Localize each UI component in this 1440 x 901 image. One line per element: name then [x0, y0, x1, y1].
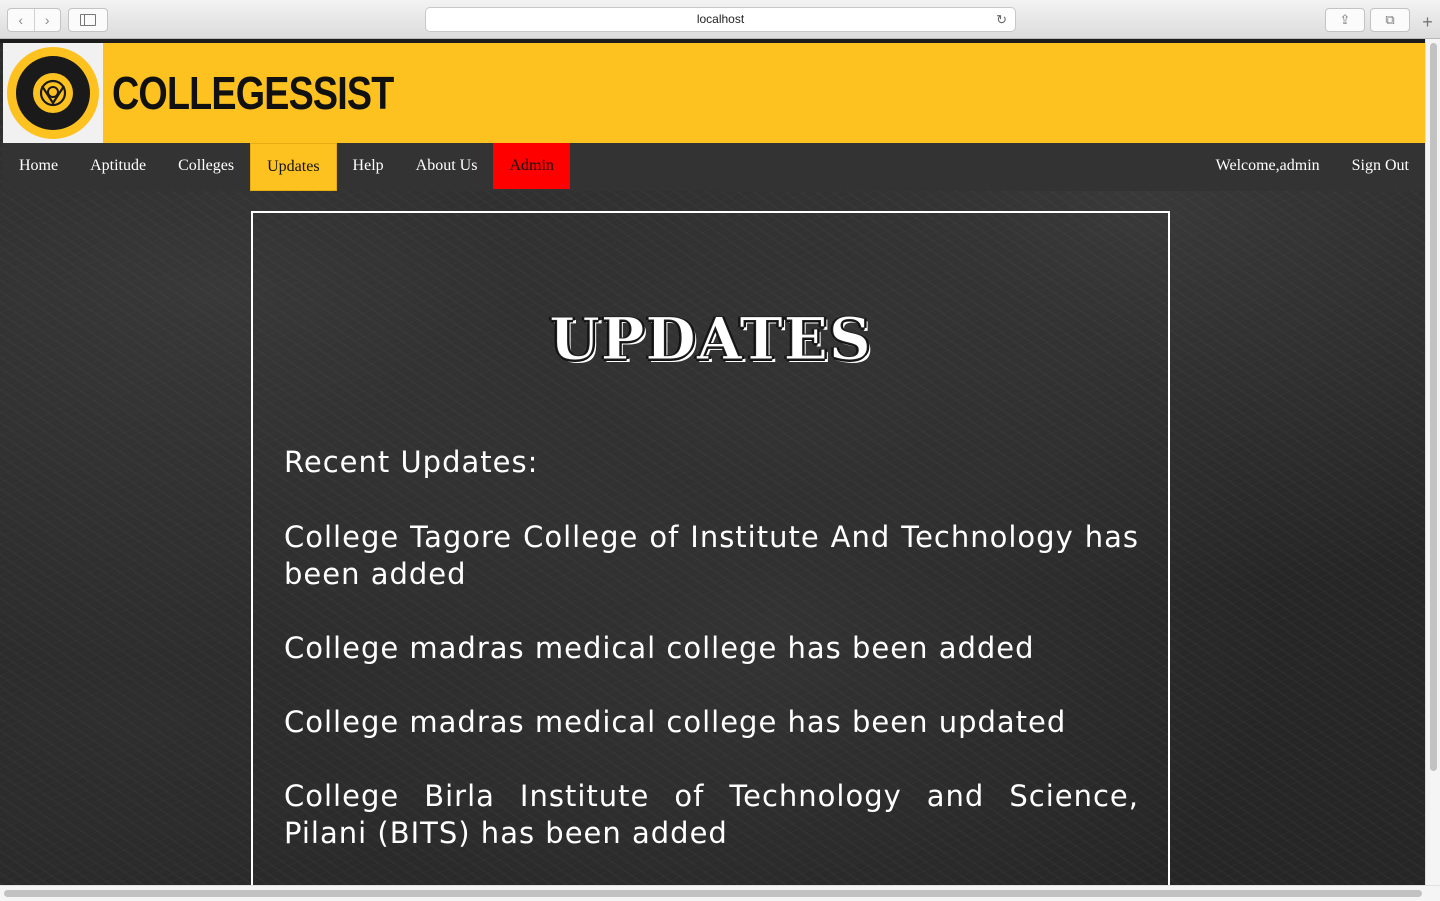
- logo-ring: [7, 47, 99, 139]
- nav-left-group: Home Aptitude Colleges Updates Help Abou…: [3, 143, 570, 191]
- updates-panel: UPDATES Recent Updates: College Tagore C…: [251, 211, 1170, 885]
- back-icon[interactable]: ‹: [8, 9, 35, 31]
- recent-updates-label: Recent Updates:: [284, 445, 539, 479]
- logo-disc: [16, 56, 90, 130]
- history-buttons: ‹ ›: [7, 8, 61, 32]
- new-tab-button[interactable]: +: [1415, 12, 1440, 38]
- nav-updates[interactable]: Updates: [250, 143, 337, 191]
- logo-symbol-icon: [39, 79, 67, 107]
- sidebar-toggle-button[interactable]: [68, 8, 108, 32]
- horizontal-scrollbar[interactable]: [0, 885, 1440, 901]
- logo-emblem-icon: [33, 73, 73, 113]
- nav-about-us[interactable]: About Us: [400, 143, 494, 189]
- page-title-text: UPDATES: [549, 305, 872, 374]
- sign-out-link[interactable]: Sign Out: [1336, 143, 1425, 189]
- forward-icon[interactable]: ›: [35, 9, 61, 31]
- update-item: College Birla Institute of Technology an…: [284, 779, 1139, 850]
- share-button[interactable]: ⇪: [1325, 8, 1365, 32]
- page-title: UPDATES: [253, 305, 1168, 374]
- nav-aptitude[interactable]: Aptitude: [74, 143, 162, 189]
- url-text: localhost: [696, 12, 745, 26]
- main-nav: Home Aptitude Colleges Updates Help Abou…: [3, 143, 1425, 191]
- nav-help[interactable]: Help: [337, 143, 400, 189]
- update-item: College madras medical college has been …: [284, 631, 1035, 665]
- vertical-scroll-thumb[interactable]: [1430, 43, 1437, 771]
- update-item: College madras medical college has been …: [284, 705, 1067, 739]
- nav-right-group: Welcome,admin Sign Out: [1200, 143, 1425, 191]
- updates-list: College Tagore College of Institute And …: [284, 519, 1139, 885]
- site-brand[interactable]: COLLEGESSIST: [112, 63, 394, 123]
- welcome-user[interactable]: Welcome,admin: [1200, 143, 1336, 189]
- reload-icon[interactable]: ↻: [996, 8, 1007, 31]
- address-bar[interactable]: localhost ↻: [425, 7, 1016, 32]
- show-tabs-button[interactable]: ⧉: [1370, 8, 1410, 32]
- sidebar-icon: [80, 14, 96, 26]
- logo[interactable]: [3, 43, 103, 143]
- horizontal-scroll-thumb[interactable]: [4, 890, 1422, 897]
- page-viewport: COLLEGESSIST Home Aptitude Colleges Upda…: [0, 39, 1425, 885]
- site-header: COLLEGESSIST: [3, 43, 1425, 143]
- nav-colleges[interactable]: Colleges: [162, 143, 250, 189]
- vertical-scrollbar[interactable]: [1425, 39, 1440, 885]
- nav-admin[interactable]: Admin: [493, 143, 570, 189]
- nav-home[interactable]: Home: [3, 143, 74, 189]
- browser-toolbar: ‹ › localhost ↻ ⇪ ⧉ +: [0, 0, 1440, 39]
- update-item: College Tagore College of Institute And …: [284, 520, 1139, 591]
